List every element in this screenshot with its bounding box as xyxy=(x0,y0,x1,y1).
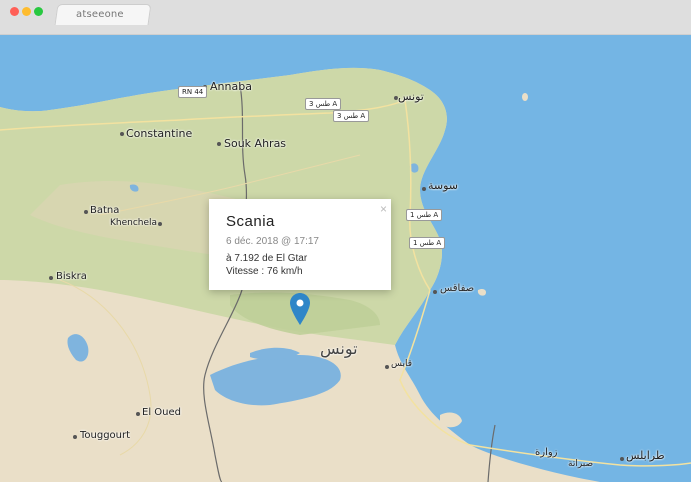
road-shield: طس 1 A xyxy=(406,209,443,221)
city-label: سوسة xyxy=(428,179,459,192)
browser-tab-title: atseeone xyxy=(76,9,124,20)
city-label: Batna xyxy=(90,205,120,216)
city-dot xyxy=(73,435,77,439)
vehicle-popup: × Scania 6 déc. 2018 @ 17:17 à 7.192 de … xyxy=(209,199,391,290)
popup-title: Scania xyxy=(226,213,275,230)
maximize-window-button[interactable] xyxy=(34,7,43,16)
close-icon[interactable]: × xyxy=(380,202,387,216)
popup-date: 6 déc. 2018 @ 17:17 xyxy=(226,236,319,247)
city-dot xyxy=(49,276,53,280)
city-label: زوارة xyxy=(535,447,558,458)
city-label: El Oued xyxy=(142,407,181,418)
city-dot xyxy=(217,142,221,146)
city-label: صبراتة xyxy=(568,459,594,469)
city-label: صفاقس xyxy=(440,283,475,294)
minimize-window-button[interactable] xyxy=(22,7,31,16)
city-label: Biskra xyxy=(56,271,87,282)
city-label: Souk Ahras xyxy=(224,137,287,150)
close-window-button[interactable] xyxy=(10,7,19,16)
city-label: Constantine xyxy=(126,127,193,140)
road-shield: طس 3 A xyxy=(333,110,370,122)
road-shield: طس 1 A xyxy=(409,237,446,249)
city-dot xyxy=(433,290,437,294)
city-dot xyxy=(136,412,140,416)
city-dot xyxy=(84,210,88,214)
country-label: تونس xyxy=(320,339,358,358)
city-label: طرابلس xyxy=(626,449,665,462)
zembra-island xyxy=(522,93,528,101)
city-dot xyxy=(385,365,389,369)
city-dot xyxy=(422,187,426,191)
road-shield: طس 3 A xyxy=(305,98,342,110)
road xyxy=(59,279,152,456)
city-dot xyxy=(620,457,624,461)
chott-melrhir xyxy=(67,334,89,362)
city-dot xyxy=(120,132,124,136)
city-label: Annaba xyxy=(210,80,252,93)
city-label: Touggourt xyxy=(80,430,131,441)
popup-speed: Vitesse : 76 km/h xyxy=(226,266,303,277)
city-label: قابس xyxy=(391,359,413,369)
popup-location: à 7.192 de El Gtar xyxy=(226,253,308,264)
city-label: Khenchela xyxy=(110,218,158,228)
chott-el-jerid xyxy=(210,355,341,406)
road-shield: RN 44 xyxy=(178,86,208,98)
browser-window: atseeone Annaba Constantine Souk Ahras B… xyxy=(0,0,691,482)
map-marker-icon[interactable] xyxy=(290,293,310,325)
city-label: تونس xyxy=(398,90,424,103)
browser-titlebar: atseeone xyxy=(0,0,691,35)
city-dot xyxy=(158,222,162,226)
